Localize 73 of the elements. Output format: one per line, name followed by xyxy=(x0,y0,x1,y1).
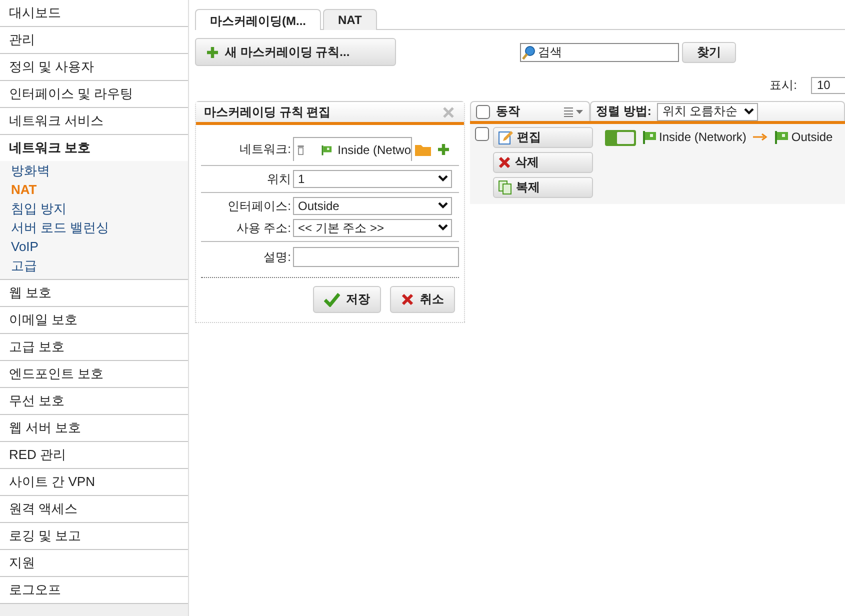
source-network: Inside (Network) xyxy=(659,130,746,144)
sidebar-item[interactable]: 무선 보호 xyxy=(0,388,188,414)
sidebar-item[interactable]: 엔드포인트 보호 xyxy=(0,361,188,387)
find-button[interactable]: 찾기 xyxy=(682,42,736,62)
folder-icon[interactable] xyxy=(415,142,431,156)
chevron-icon xyxy=(438,202,448,210)
display-label: 표시: xyxy=(770,77,797,94)
list-menu-icon[interactable] xyxy=(564,106,584,116)
sidebar-subitem[interactable]: 고급 xyxy=(11,256,188,275)
column-header: 동작 xyxy=(496,103,520,120)
sidebar-item[interactable]: 지원 xyxy=(0,550,188,576)
cancel-button[interactable]: 취소 xyxy=(390,286,455,313)
sidebar-item[interactable]: 로깅 및 보고 xyxy=(0,523,188,549)
tab[interactable]: NAT xyxy=(323,9,377,30)
sort-select[interactable]: 위치 오름차순 xyxy=(657,102,758,120)
sidebar-item[interactable]: 관리 xyxy=(0,27,188,53)
checkbox[interactable] xyxy=(476,104,490,118)
checkbox[interactable] xyxy=(475,127,489,141)
close-icon[interactable] xyxy=(443,106,454,118)
sidebar-subitem[interactable]: 침입 방지 xyxy=(11,199,188,218)
flag-icon xyxy=(774,130,788,144)
sidebar-item[interactable]: 네트워크 서비스 xyxy=(0,108,188,134)
plus-icon xyxy=(437,142,450,156)
sidebar-item[interactable]: 웹 보호 xyxy=(0,280,188,306)
sidebar-item[interactable]: RED 관리 xyxy=(0,442,188,468)
sidebar-item[interactable]: 대시보드 xyxy=(0,0,188,26)
clone-button[interactable]: 복제 xyxy=(493,177,593,198)
field-label: 설명: xyxy=(262,248,292,266)
field-label: 사용 주소: xyxy=(235,220,292,236)
chevron-icon xyxy=(438,224,448,232)
select-field[interactable]: 1 xyxy=(293,170,452,188)
flag-icon xyxy=(321,142,332,156)
trash-icon xyxy=(297,142,305,156)
save-button[interactable]: 저장 xyxy=(313,286,381,313)
chevron-icon xyxy=(744,108,754,116)
search-field[interactable]: 검색 xyxy=(520,42,679,62)
check-icon xyxy=(324,292,340,306)
sidebar-item[interactable]: 원격 액세스 xyxy=(0,496,188,522)
sidebar-item[interactable]: 이메일 보호 xyxy=(0,307,188,333)
flag-icon xyxy=(642,130,656,144)
field-label: 인터페이스: xyxy=(226,198,292,214)
sidebar-item[interactable]: 사이트 간 VPN xyxy=(0,469,188,495)
cross-icon xyxy=(401,293,414,306)
sort-label: 정렬 방법: xyxy=(596,103,652,120)
toggle-switch[interactable] xyxy=(605,130,636,146)
delete-button[interactable]: 삭제 xyxy=(493,152,593,173)
chevron-icon xyxy=(438,175,448,183)
sidebar-item[interactable]: 정의 및 사용자 xyxy=(0,54,188,80)
network-field[interactable]: Inside (Netwo xyxy=(293,137,412,161)
description-field[interactable] xyxy=(293,247,459,267)
search-icon xyxy=(522,44,536,60)
sidebar-item[interactable]: 고급 보호 xyxy=(0,334,188,360)
display-count-field[interactable]: 10 xyxy=(811,77,845,94)
sidebar-subitem[interactable]: VoIP xyxy=(11,237,188,256)
sidebar-subitem[interactable]: 서버 로드 밸런싱 xyxy=(11,218,188,237)
field-label: 위치 xyxy=(266,170,292,188)
copy-icon xyxy=(498,180,512,195)
target-interface: Outside xyxy=(791,130,833,144)
sidebar-item[interactable]: 웹 서버 보호 xyxy=(0,415,188,441)
new-rule-button[interactable]: 새 마스커레이딩 규칙... xyxy=(195,38,396,66)
panel-title: 마스커레이딩 규칙 편집 xyxy=(204,104,331,120)
sidebar-subitem[interactable]: 방화벽 xyxy=(11,161,188,180)
plus-icon xyxy=(206,46,219,58)
sidebar-item[interactable]: 인터페이스 및 라우팅 xyxy=(0,81,188,107)
sidebar-item[interactable]: 네트워크 보호 xyxy=(0,135,188,161)
select-field[interactable]: Outside xyxy=(293,197,452,215)
sidebar-item[interactable]: 로그오프 xyxy=(0,577,188,603)
edit-button[interactable]: 편집 xyxy=(493,127,593,148)
select-field[interactable]: << 기본 주소 >> xyxy=(293,219,452,237)
tab[interactable]: 마스커레이딩(M... xyxy=(195,9,321,30)
field-label: 네트워크: xyxy=(238,140,292,158)
pencil-icon xyxy=(498,130,513,145)
cross-icon xyxy=(498,156,511,169)
